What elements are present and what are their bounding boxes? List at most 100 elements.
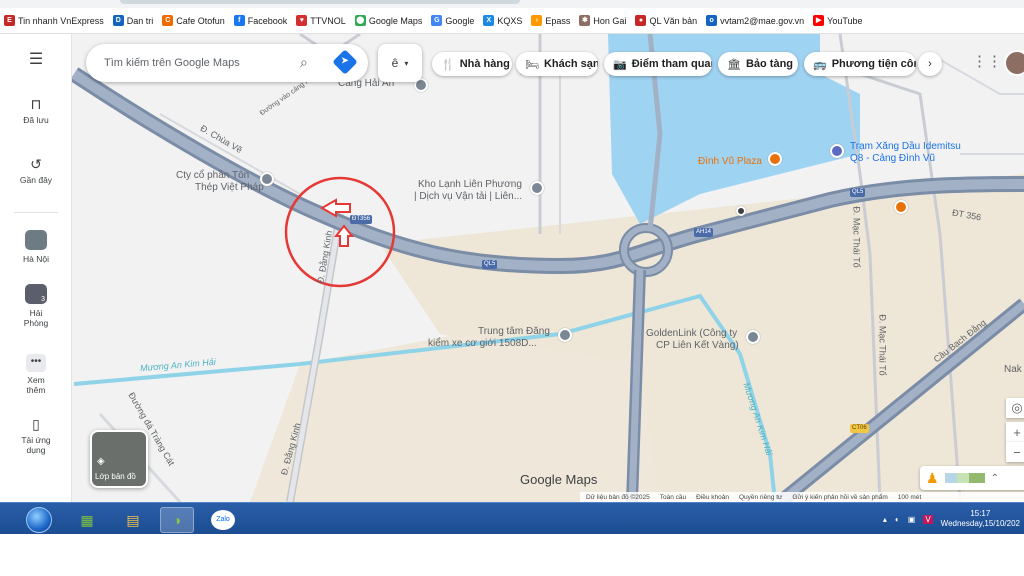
expand-chevron-icon[interactable]: ⌃ [991, 473, 999, 484]
map-label-trung-tam[interactable]: Trung tâm Đăng [478, 326, 550, 337]
network-icon[interactable]: ▣ [908, 515, 916, 524]
poi-pin-icon[interactable] [746, 330, 760, 344]
file-explorer-icon[interactable]: ▤ [116, 507, 150, 533]
rail-more[interactable]: ••• Xem thêm [0, 354, 72, 395]
route-shield-ql5: QL5 [482, 260, 498, 269]
volume-icon[interactable]: ◐ [895, 515, 900, 524]
category-chip[interactable]: 🍴 Nhà hàng [432, 52, 512, 76]
rail-recent[interactable]: ↺ Gần đây [0, 156, 72, 185]
category-chip[interactable]: 🚌 Phương tiện công c [804, 52, 916, 76]
map-label-cty-ton[interactable]: Cty cổ phần Tôn [176, 170, 249, 181]
bookmark-item[interactable]: f Facebook [233, 15, 287, 26]
map-label-tram-xang-2[interactable]: Q8 - Cảng Đình Vũ [850, 153, 935, 164]
map-label-goldenlink[interactable]: GoldenLink (Công ty [646, 328, 737, 339]
bookmark-item[interactable]: ▶ YouTube [813, 15, 863, 26]
search-box[interactable]: Tìm kiếm trên Google Maps ⌕ ➤ [86, 44, 368, 82]
imagery-thumbnails[interactable] [944, 473, 985, 483]
bus-stop-icon[interactable] [736, 206, 746, 216]
footer-link[interactable]: Điều khoản [696, 494, 729, 501]
bookmark-item[interactable]: ♥ TTVNOL [296, 15, 346, 26]
bookmark-item[interactable]: C Cafe Otofun [162, 15, 225, 26]
clock[interactable]: 15:17 Wednesday,15/10/202 [941, 509, 1020, 529]
google-maps-logo: Google Maps [520, 472, 598, 487]
footer-link[interactable]: Gửi ý kiến phản hồi về sản phẩm [792, 494, 887, 501]
bookmark-label: Dan tri [126, 15, 154, 26]
screen: E Tin nhanh VnExpress D Dan tri C Cafe Otofun… [0, 0, 1024, 576]
zoom-out-button[interactable]: − [1006, 442, 1024, 462]
map-label-nak: Nak [1004, 364, 1022, 375]
map-label-cty-ton-2[interactable]: Thép Việt Pháp [195, 182, 264, 193]
restaurant-pin-icon[interactable] [768, 152, 782, 166]
bookmark-item[interactable]: ⬤ Google Maps [354, 15, 422, 26]
map-label-goldenlink-2[interactable]: CP Liên Kết Vàng) [656, 340, 739, 351]
rail-more-label: Xem thêm [26, 375, 46, 395]
bookmark-favicon-icon: ⬤ [354, 15, 366, 26]
rail-hanoi[interactable]: Hà Nội [0, 230, 72, 264]
bookmark-item[interactable]: o vvtam2@mae.gov.vn [706, 15, 804, 26]
footer-link[interactable]: Quyền riêng tư [739, 494, 782, 501]
footer-link[interactable]: Dữ liệu bản đồ ©2025 [586, 494, 650, 501]
route-shield-ql5-2: QL5 [850, 188, 866, 197]
rail-haiphong-label: Hải Phòng [23, 308, 49, 328]
bookmark-item[interactable]: G Google [431, 15, 474, 26]
menu-button[interactable]: ☰ [0, 52, 72, 71]
tray-expand-icon[interactable]: ▴ [883, 515, 887, 524]
footer-link[interactable]: Toàn cầu [660, 494, 686, 501]
poi-pin-icon[interactable] [558, 328, 572, 342]
search-icon[interactable]: ⌕ [300, 54, 308, 71]
rail-saved[interactable]: ⊓ Đã lưu [0, 96, 72, 125]
taskbar-app-icon[interactable]: ▦ [70, 507, 104, 533]
coccoc-browser-icon[interactable]: ◑ [160, 507, 194, 533]
pegman-icon[interactable]: ♟ [926, 470, 939, 487]
map-label-dinh-vu-plaza[interactable]: Đình Vũ Plaza [698, 156, 762, 167]
bookmark-favicon-icon: ✱ [579, 15, 591, 26]
bookmark-item[interactable]: › Epass [531, 15, 570, 26]
category-chip[interactable]: 🛏 Khách sạn [516, 52, 598, 76]
bookmark-item[interactable]: D Dan tri [112, 15, 154, 26]
street-view-bar[interactable]: ♟ ⌃ [920, 466, 1024, 490]
poi-pin-icon[interactable] [530, 181, 544, 195]
chip-label: Phương tiện công c [831, 58, 916, 70]
start-button[interactable] [26, 507, 52, 533]
bookmark-favicon-icon: C [162, 15, 174, 26]
search-input[interactable]: Tìm kiếm trên Google Maps [104, 57, 240, 69]
rail-haiphong[interactable]: 3 Hải Phòng [0, 284, 72, 328]
category-chip[interactable]: 🏛 Bảo tàng [718, 52, 798, 76]
tray-app-icon[interactable]: V [923, 514, 933, 524]
bookmark-item[interactable]: X KQXS [483, 15, 522, 26]
rail-get-app[interactable]: ▯ Tải ứng dụng [0, 416, 72, 455]
category-chip[interactable]: 📷 Điểm tham quan [604, 52, 712, 76]
zalo-label: Zalo [211, 510, 235, 530]
map-label-kho-lanh-2[interactable]: | Dịch vụ Vận tải | Liên... [414, 191, 522, 202]
hamburger-icon[interactable]: ☰ [0, 52, 72, 68]
poi-pin-icon[interactable] [260, 172, 274, 186]
gas-station-pin-icon[interactable] [830, 144, 844, 158]
zalo-icon[interactable]: Zalo [206, 507, 240, 533]
bookmark-item[interactable]: ● QL Văn bản [635, 15, 697, 26]
input-method-button[interactable]: ê ▾ [378, 44, 422, 82]
bookmark-label: TTVNOL [310, 15, 346, 26]
map-label-kho-lanh[interactable]: Kho Lạnh Liên Phương [418, 179, 522, 190]
map-label-tram-xang[interactable]: Trạm Xăng Dầu Idemitsu [850, 141, 961, 152]
bookmark-item[interactable]: E Tin nhanh VnExpress [4, 15, 104, 26]
zoom-in-button[interactable]: + [1006, 422, 1024, 442]
chips-scroll-right-button[interactable]: › [918, 52, 942, 76]
avatar[interactable] [1004, 50, 1024, 76]
bookmark-label: Cafe Otofun [176, 15, 225, 26]
bookmark-favicon-icon: D [112, 15, 124, 26]
my-location-icon[interactable]: ◎ [1006, 398, 1024, 418]
directions-icon[interactable]: ➤ [332, 49, 358, 75]
map-label-mac-thai-to-1: Đ. Mạc Thái Tổ [851, 206, 862, 268]
map-label-trung-tam-2[interactable]: kiểm xe cơ giới 1508D... [428, 338, 537, 349]
restaurant-pin-icon[interactable] [894, 200, 908, 214]
rail-saved-label: Đã lưu [23, 115, 49, 125]
map-footer: Dữ liệu bản đồ ©2025 Toàn cầu Điều khoản Qu… [580, 492, 1024, 502]
bookmark-label: Hon Gai [593, 15, 627, 26]
bookmark-label: Tin nhanh VnExpress [18, 15, 104, 26]
layers-button[interactable]: ◈ Lớp bản đồ [90, 430, 148, 488]
map-canvas[interactable]: Cảng Hải An Đường vào cảng H... Đ. Chùa … [0, 34, 1024, 502]
address-bar-edge[interactable] [120, 0, 520, 4]
bookmark-item[interactable]: ✱ Hon Gai [579, 15, 626, 26]
bookmark-favicon-icon: ● [635, 15, 647, 26]
footer-link[interactable]: 100 mét [898, 494, 922, 501]
